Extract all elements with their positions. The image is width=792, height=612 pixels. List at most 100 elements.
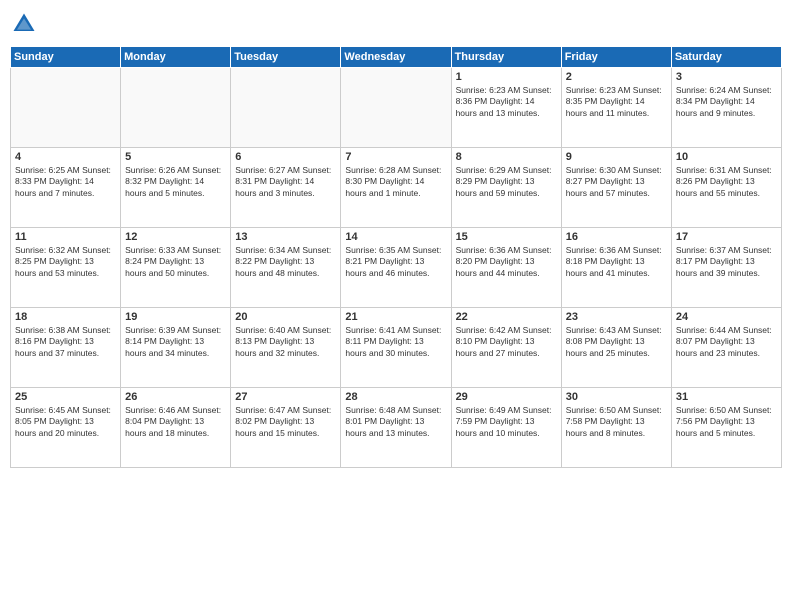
day-number: 15 bbox=[456, 231, 557, 243]
week-row-1: 1 Sunrise: 6:23 AM Sunset: 8:36 PM Daylig… bbox=[11, 68, 782, 148]
day-info: Sunrise: 6:47 AM Sunset: 8:02 PM Dayligh… bbox=[235, 405, 336, 439]
day-number: 22 bbox=[456, 311, 557, 323]
day-cell: 27 Sunrise: 6:47 AM Sunset: 8:02 PM Dayli… bbox=[231, 388, 341, 468]
day-info: Sunrise: 6:29 AM Sunset: 8:29 PM Dayligh… bbox=[456, 165, 557, 199]
calendar: SundayMondayTuesdayWednesdayThursdayFrid… bbox=[10, 46, 782, 468]
week-row-2: 4 Sunrise: 6:25 AM Sunset: 8:33 PM Daylig… bbox=[11, 148, 782, 228]
day-info: Sunrise: 6:41 AM Sunset: 8:11 PM Dayligh… bbox=[345, 325, 446, 359]
day-info: Sunrise: 6:37 AM Sunset: 8:17 PM Dayligh… bbox=[676, 245, 777, 279]
day-cell: 1 Sunrise: 6:23 AM Sunset: 8:36 PM Daylig… bbox=[451, 68, 561, 148]
weekday-header-friday: Friday bbox=[561, 47, 671, 68]
logo bbox=[10, 10, 42, 38]
day-number: 13 bbox=[235, 231, 336, 243]
day-number: 14 bbox=[345, 231, 446, 243]
day-info: Sunrise: 6:26 AM Sunset: 8:32 PM Dayligh… bbox=[125, 165, 226, 199]
day-number: 21 bbox=[345, 311, 446, 323]
day-cell: 26 Sunrise: 6:46 AM Sunset: 8:04 PM Dayli… bbox=[121, 388, 231, 468]
day-number: 25 bbox=[15, 391, 116, 403]
day-number: 20 bbox=[235, 311, 336, 323]
day-info: Sunrise: 6:24 AM Sunset: 8:34 PM Dayligh… bbox=[676, 85, 777, 119]
day-cell: 29 Sunrise: 6:49 AM Sunset: 7:59 PM Dayli… bbox=[451, 388, 561, 468]
header bbox=[10, 10, 782, 38]
day-cell: 31 Sunrise: 6:50 AM Sunset: 7:56 PM Dayli… bbox=[671, 388, 781, 468]
day-cell: 30 Sunrise: 6:50 AM Sunset: 7:58 PM Dayli… bbox=[561, 388, 671, 468]
day-cell: 9 Sunrise: 6:30 AM Sunset: 8:27 PM Daylig… bbox=[561, 148, 671, 228]
day-info: Sunrise: 6:44 AM Sunset: 8:07 PM Dayligh… bbox=[676, 325, 777, 359]
day-cell: 17Sunrise: 6:37 AM Sunset: 8:17 PM Dayli… bbox=[671, 228, 781, 308]
day-cell bbox=[11, 68, 121, 148]
day-info: Sunrise: 6:36 AM Sunset: 8:20 PM Dayligh… bbox=[456, 245, 557, 279]
day-cell: 21 Sunrise: 6:41 AM Sunset: 8:11 PM Dayli… bbox=[341, 308, 451, 388]
day-cell: 8 Sunrise: 6:29 AM Sunset: 8:29 PM Daylig… bbox=[451, 148, 561, 228]
day-number: 23 bbox=[566, 311, 667, 323]
day-number: 31 bbox=[676, 391, 777, 403]
day-info: Sunrise: 6:35 AM Sunset: 8:21 PM Dayligh… bbox=[345, 245, 446, 279]
day-info: Sunrise: 6:23 AM Sunset: 8:35 PM Dayligh… bbox=[566, 85, 667, 119]
week-row-5: 25 Sunrise: 6:45 AM Sunset: 8:05 PM Dayli… bbox=[11, 388, 782, 468]
day-cell: 23 Sunrise: 6:43 AM Sunset: 8:08 PM Dayli… bbox=[561, 308, 671, 388]
day-info: Sunrise: 6:30 AM Sunset: 8:27 PM Dayligh… bbox=[566, 165, 667, 199]
day-cell: 19Sunrise: 6:39 AM Sunset: 8:14 PM Dayli… bbox=[121, 308, 231, 388]
day-cell: 13 Sunrise: 6:34 AM Sunset: 8:22 PM Dayli… bbox=[231, 228, 341, 308]
day-info: Sunrise: 6:50 AM Sunset: 7:58 PM Dayligh… bbox=[566, 405, 667, 439]
weekday-header-thursday: Thursday bbox=[451, 47, 561, 68]
day-number: 26 bbox=[125, 391, 226, 403]
day-cell: 14 Sunrise: 6:35 AM Sunset: 8:21 PM Dayli… bbox=[341, 228, 451, 308]
day-number: 10 bbox=[676, 151, 777, 163]
day-cell: 11 Sunrise: 6:32 AM Sunset: 8:25 PM Dayli… bbox=[11, 228, 121, 308]
day-cell: 4 Sunrise: 6:25 AM Sunset: 8:33 PM Daylig… bbox=[11, 148, 121, 228]
day-info: Sunrise: 6:46 AM Sunset: 8:04 PM Dayligh… bbox=[125, 405, 226, 439]
day-info: Sunrise: 6:43 AM Sunset: 8:08 PM Dayligh… bbox=[566, 325, 667, 359]
day-number: 27 bbox=[235, 391, 336, 403]
weekday-header-row: SundayMondayTuesdayWednesdayThursdayFrid… bbox=[11, 47, 782, 68]
day-info: Sunrise: 6:27 AM Sunset: 8:31 PM Dayligh… bbox=[235, 165, 336, 199]
day-number: 12 bbox=[125, 231, 226, 243]
day-cell: 28Sunrise: 6:48 AM Sunset: 8:01 PM Dayli… bbox=[341, 388, 451, 468]
day-info: Sunrise: 6:25 AM Sunset: 8:33 PM Dayligh… bbox=[15, 165, 116, 199]
day-number: 8 bbox=[456, 151, 557, 163]
day-info: Sunrise: 6:49 AM Sunset: 7:59 PM Dayligh… bbox=[456, 405, 557, 439]
day-cell: 10Sunrise: 6:31 AM Sunset: 8:26 PM Dayli… bbox=[671, 148, 781, 228]
day-info: Sunrise: 6:23 AM Sunset: 8:36 PM Dayligh… bbox=[456, 85, 557, 119]
day-cell: 15 Sunrise: 6:36 AM Sunset: 8:20 PM Dayli… bbox=[451, 228, 561, 308]
day-cell: 5 Sunrise: 6:26 AM Sunset: 8:32 PM Daylig… bbox=[121, 148, 231, 228]
weekday-header-tuesday: Tuesday bbox=[231, 47, 341, 68]
day-number: 11 bbox=[15, 231, 116, 243]
day-cell: 24 Sunrise: 6:44 AM Sunset: 8:07 PM Dayli… bbox=[671, 308, 781, 388]
day-number: 1 bbox=[456, 71, 557, 83]
day-number: 28 bbox=[345, 391, 446, 403]
day-number: 9 bbox=[566, 151, 667, 163]
day-cell bbox=[341, 68, 451, 148]
day-cell: 16Sunrise: 6:36 AM Sunset: 8:18 PM Dayli… bbox=[561, 228, 671, 308]
day-cell: 12Sunrise: 6:33 AM Sunset: 8:24 PM Dayli… bbox=[121, 228, 231, 308]
day-info: Sunrise: 6:34 AM Sunset: 8:22 PM Dayligh… bbox=[235, 245, 336, 279]
day-number: 5 bbox=[125, 151, 226, 163]
day-info: Sunrise: 6:45 AM Sunset: 8:05 PM Dayligh… bbox=[15, 405, 116, 439]
weekday-header-monday: Monday bbox=[121, 47, 231, 68]
week-row-3: 11 Sunrise: 6:32 AM Sunset: 8:25 PM Dayli… bbox=[11, 228, 782, 308]
day-info: Sunrise: 6:28 AM Sunset: 8:30 PM Dayligh… bbox=[345, 165, 446, 199]
day-info: Sunrise: 6:50 AM Sunset: 7:56 PM Dayligh… bbox=[676, 405, 777, 439]
day-cell: 3 Sunrise: 6:24 AM Sunset: 8:34 PM Daylig… bbox=[671, 68, 781, 148]
day-number: 3 bbox=[676, 71, 777, 83]
day-cell: 18 Sunrise: 6:38 AM Sunset: 8:16 PM Dayli… bbox=[11, 308, 121, 388]
day-cell bbox=[121, 68, 231, 148]
day-number: 29 bbox=[456, 391, 557, 403]
weekday-header-sunday: Sunday bbox=[11, 47, 121, 68]
day-number: 2 bbox=[566, 71, 667, 83]
day-info: Sunrise: 6:40 AM Sunset: 8:13 PM Dayligh… bbox=[235, 325, 336, 359]
day-info: Sunrise: 6:32 AM Sunset: 8:25 PM Dayligh… bbox=[15, 245, 116, 279]
weekday-header-saturday: Saturday bbox=[671, 47, 781, 68]
day-info: Sunrise: 6:36 AM Sunset: 8:18 PM Dayligh… bbox=[566, 245, 667, 279]
day-number: 30 bbox=[566, 391, 667, 403]
weekday-header-wednesday: Wednesday bbox=[341, 47, 451, 68]
day-number: 24 bbox=[676, 311, 777, 323]
day-cell: 22Sunrise: 6:42 AM Sunset: 8:10 PM Dayli… bbox=[451, 308, 561, 388]
day-number: 18 bbox=[15, 311, 116, 323]
day-cell bbox=[231, 68, 341, 148]
day-number: 6 bbox=[235, 151, 336, 163]
day-info: Sunrise: 6:38 AM Sunset: 8:16 PM Dayligh… bbox=[15, 325, 116, 359]
day-cell: 6 Sunrise: 6:27 AM Sunset: 8:31 PM Daylig… bbox=[231, 148, 341, 228]
day-number: 4 bbox=[15, 151, 116, 163]
day-number: 19 bbox=[125, 311, 226, 323]
